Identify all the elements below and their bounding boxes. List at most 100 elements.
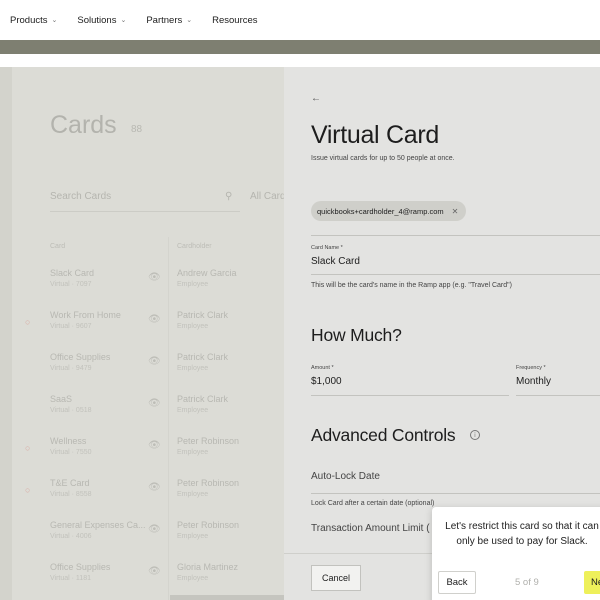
table-row[interactable]: SaaS Virtual · 0518 👁 Patrick Clark Empl…	[0, 392, 284, 434]
column-header-cardholder: Cardholder	[177, 243, 212, 250]
how-much-heading: How Much?	[311, 325, 402, 345]
cardholder-role: Employee	[177, 449, 209, 456]
cardholder-name: Peter Robinson	[177, 436, 240, 446]
auto-lock-date-field[interactable]: Auto-Lock Date	[311, 471, 380, 482]
page-title: Cards	[50, 111, 117, 139]
card-sub: Virtual · 0518	[50, 407, 92, 414]
search-icon: ⚲	[225, 191, 233, 202]
cardholder-name: Gloria Martinez	[177, 562, 239, 572]
scroll-indicator	[170, 595, 284, 600]
eye-icon[interactable]: 👁	[148, 482, 161, 493]
cardholder-name: Peter Robinson	[177, 520, 240, 530]
drawer-subtitle: Issue virtual cards for up to 50 people …	[311, 155, 455, 162]
card-name: SaaS	[50, 394, 73, 404]
table-row[interactable]: ○ Work From Home Virtual · 9607 👁 Patric…	[0, 308, 284, 350]
next-button[interactable]: Next	[584, 571, 600, 594]
cardholder-role: Employee	[177, 365, 209, 372]
search-underline	[50, 211, 240, 212]
table-row[interactable]: ○ T&E Card Virtual · 8558 👁 Peter Robins…	[0, 476, 284, 518]
card-name-field[interactable]: Slack Card	[311, 256, 360, 267]
card-sub: Virtual · 7550	[50, 449, 92, 456]
recipient-email: quickbooks+cardholder_4@ramp.com	[317, 206, 444, 216]
frequency-select[interactable]: Monthly	[516, 376, 551, 387]
nav-item-partners[interactable]: Partners ⌄	[146, 15, 192, 26]
amount-field[interactable]: $1,000	[311, 376, 342, 387]
auto-lock-hint: Lock Card after a certain date (optional…	[311, 500, 435, 507]
table-row[interactable]: ○ Wellness Virtual · 7550 👁 Peter Robins…	[0, 434, 284, 476]
filter-dropdown[interactable]: All Cards	[250, 191, 284, 202]
card-sub: Virtual · 8558	[50, 491, 92, 498]
top-nav: Products ⌄ Solutions ⌄ Partners ⌄ Resour…	[0, 0, 600, 40]
table-row[interactable]: Slack Card Virtual · 7097 👁 Andrew Garci…	[0, 266, 284, 308]
nav-item-label: Solutions	[77, 14, 117, 26]
recipient-chip[interactable]: quickbooks+cardholder_4@ramp.com ✕	[311, 201, 467, 221]
nav-item-resources[interactable]: Resources	[212, 15, 257, 26]
cardholder-name: Patrick Clark	[177, 394, 229, 404]
cardholder-role: Employee	[177, 281, 209, 288]
tour-step-indicator: 5 of 9	[515, 577, 539, 588]
card-name: Work From Home	[50, 310, 121, 320]
search-input[interactable]: Search Cards	[50, 191, 111, 202]
eye-icon[interactable]: 👁	[148, 356, 161, 367]
card-sub: Virtual · 4006	[50, 533, 92, 540]
nav-item-label: Resources	[212, 14, 258, 26]
eye-icon[interactable]: 👁	[148, 272, 161, 283]
chevron-down-icon: ⌄	[120, 17, 127, 24]
band-gap	[0, 54, 600, 67]
card-name-label: Card Name *	[311, 245, 343, 251]
cardholder-name: Patrick Clark	[177, 310, 229, 320]
card-name-underline	[311, 274, 600, 275]
arrow-left-icon[interactable]: ←	[311, 93, 321, 104]
card-name: Office Supplies	[50, 562, 111, 572]
info-icon[interactable]: i	[470, 430, 480, 440]
cardholder-name: Peter Robinson	[177, 478, 240, 488]
eye-icon[interactable]: 👁	[148, 398, 161, 409]
amount-underline	[311, 395, 509, 396]
table-row[interactable]: Office Supplies Virtual · 1181 👁 Gloria …	[0, 560, 284, 600]
nav-item-label: Products	[10, 14, 48, 26]
cards-count: 88	[131, 124, 143, 135]
cardholder-role: Employee	[177, 407, 209, 414]
auto-lock-underline	[311, 493, 600, 494]
table-row[interactable]: General Expenses Ca... Virtual · 4006 👁 …	[0, 518, 284, 560]
nav-item-solutions[interactable]: Solutions ⌄	[77, 15, 126, 26]
card-sub: Virtual · 7097	[50, 281, 92, 288]
back-button[interactable]: Back	[438, 571, 476, 594]
eye-icon[interactable]: 👁	[148, 314, 161, 325]
card-name: T&E Card	[50, 478, 90, 488]
drawer-title: Virtual Card	[311, 121, 439, 149]
cardholder-role: Employee	[177, 575, 209, 582]
eye-icon[interactable]: 👁	[148, 524, 161, 535]
close-icon[interactable]: ✕	[452, 207, 459, 216]
tour-popover: Let's restrict this card so that it can …	[432, 507, 600, 600]
card-name-hint: This will be the card's name in the Ramp…	[311, 282, 512, 289]
cards-list-background: Cards 88 Search Cards ⚲ All Cards Card C…	[0, 67, 284, 600]
frequency-label: Frequency *	[516, 365, 546, 371]
lock-icon: ○	[25, 317, 31, 327]
frequency-underline	[516, 395, 600, 396]
card-sub: Virtual · 1181	[50, 575, 91, 582]
card-name: General Expenses Ca...	[50, 520, 146, 530]
eye-icon[interactable]: 👁	[148, 566, 161, 577]
header-band	[0, 40, 600, 54]
transaction-limit-field[interactable]: Transaction Amount Limit (	[311, 523, 430, 534]
table-row[interactable]: Office Supplies Virtual · 9479 👁 Patrick…	[0, 350, 284, 392]
column-header-card: Card	[50, 243, 66, 250]
nav-item-products[interactable]: Products ⌄	[10, 15, 57, 26]
cardholder-role: Employee	[177, 533, 209, 540]
cancel-button[interactable]: Cancel	[311, 565, 361, 591]
cardholder-role: Employee	[177, 491, 209, 498]
eye-icon[interactable]: 👁	[148, 440, 161, 451]
nav-item-label: Partners	[146, 14, 183, 26]
tour-text: Let's restrict this card so that it can …	[445, 521, 599, 547]
card-name: Office Supplies	[50, 352, 111, 362]
cardholder-name: Andrew Garcia	[177, 268, 237, 278]
card-name: Wellness	[50, 436, 87, 446]
divider	[311, 235, 600, 236]
card-name: Slack Card	[50, 268, 95, 278]
lock-icon: ○	[25, 485, 31, 495]
card-sub: Virtual · 9479	[50, 365, 92, 372]
amount-label: Amount *	[311, 365, 334, 371]
chevron-down-icon: ⌄	[51, 17, 58, 24]
advanced-controls-heading: Advanced Controls	[311, 425, 456, 445]
